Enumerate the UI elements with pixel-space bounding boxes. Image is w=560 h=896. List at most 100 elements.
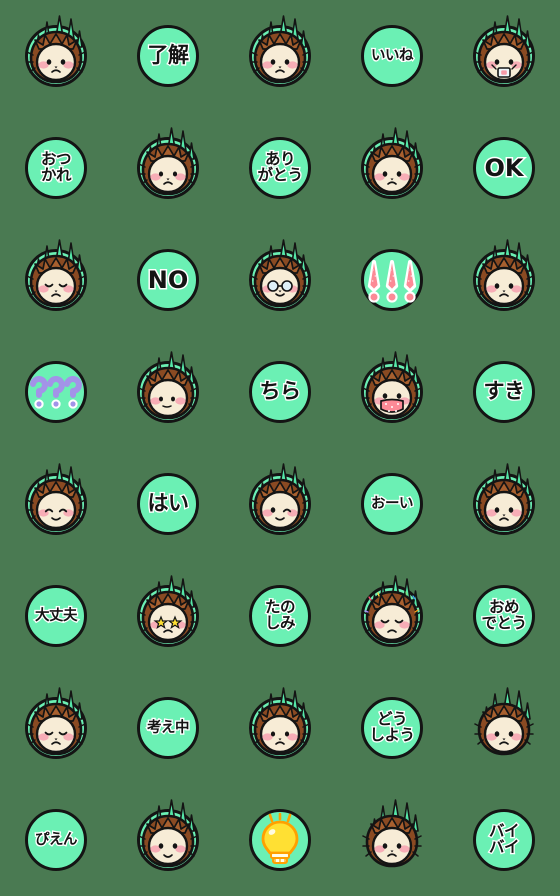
emoji-cell-29[interactable]: [336, 560, 448, 672]
emoji-cell-22[interactable]: はい: [112, 448, 224, 560]
hedgehog-sweat[interactable]: [249, 15, 311, 87]
emoji-cell-32[interactable]: 考え中: [112, 672, 224, 784]
badge-omedetou-label: おめ でとう: [480, 598, 528, 632]
emoji-cell-14[interactable]: [336, 224, 448, 336]
lightbulb-icon[interactable]: [249, 809, 311, 871]
emoji-cell-36[interactable]: ぴえん: [0, 784, 112, 896]
hedgehog-worried-icon: [137, 127, 199, 199]
question-marks-icon: [25, 366, 87, 418]
hedgehog-plain-pout[interactable]: [473, 687, 535, 759]
badge-daijoubu-label: 大丈夫: [34, 607, 79, 624]
hedgehog-winking[interactable]: [249, 463, 311, 535]
emoji-cell-18[interactable]: ちら: [224, 336, 336, 448]
hedgehog-sad-icon: [249, 687, 311, 759]
hedgehog-plain-pout-icon: [473, 687, 535, 759]
emoji-cell-19[interactable]: [336, 336, 448, 448]
emoji-cell-39[interactable]: [336, 784, 448, 896]
hedgehog-plain-side[interactable]: [361, 799, 423, 871]
emoji-cell-8[interactable]: あり がとう: [224, 112, 336, 224]
hedgehog-drinking-cup[interactable]: [473, 15, 535, 87]
emoji-cell-5[interactable]: [448, 0, 560, 112]
emoji-cell-3[interactable]: [224, 0, 336, 112]
question-marks-icon[interactable]: [25, 361, 87, 423]
emoji-cell-2[interactable]: 了解: [112, 0, 224, 112]
badge-tanoshimi[interactable]: たの しみ: [249, 585, 311, 647]
emoji-cell-11[interactable]: [0, 224, 112, 336]
badge-otsukare-label: おつ かれ: [40, 150, 73, 184]
emoji-cell-33[interactable]: [224, 672, 336, 784]
badge-tanoshimi-label: たの しみ: [264, 598, 297, 632]
hedgehog-neutral-2[interactable]: [473, 239, 535, 311]
emoji-cell-13[interactable]: [224, 224, 336, 336]
badge-baibai-label: バイ バイ: [488, 822, 521, 856]
emoji-cell-27[interactable]: [112, 560, 224, 672]
badge-doushiyou[interactable]: どう しよう: [361, 697, 423, 759]
badge-baibai[interactable]: バイ バイ: [473, 809, 535, 871]
emoji-cell-10[interactable]: OK: [448, 112, 560, 224]
emoji-cell-4[interactable]: いいね: [336, 0, 448, 112]
badge-ryoukai[interactable]: 了解: [137, 25, 199, 87]
badge-daijoubu[interactable]: 大丈夫: [25, 585, 87, 647]
hedgehog-neutral[interactable]: [25, 15, 87, 87]
badge-no[interactable]: NO: [137, 249, 199, 311]
hedgehog-flat-mouth[interactable]: [361, 127, 423, 199]
emoji-cell-25[interactable]: [448, 448, 560, 560]
badge-kangaechuu-label: 考え中: [146, 719, 191, 736]
badge-pien[interactable]: ぴえん: [25, 809, 87, 871]
hedgehog-star-eyes[interactable]: [137, 575, 199, 647]
lightbulb-icon: [255, 812, 305, 866]
emoji-cell-30[interactable]: おめ でとう: [448, 560, 560, 672]
hedgehog-neutral-icon: [25, 15, 87, 87]
emoji-cell-38[interactable]: [224, 784, 336, 896]
emoji-cell-6[interactable]: おつ かれ: [0, 112, 112, 224]
badge-chira[interactable]: ちら: [249, 361, 311, 423]
hedgehog-pink-mask-icon: [361, 351, 423, 423]
emoji-cell-17[interactable]: [112, 336, 224, 448]
badge-otsukare[interactable]: おつ かれ: [25, 137, 87, 199]
emoji-cell-7[interactable]: [112, 112, 224, 224]
badge-iine[interactable]: いいね: [361, 25, 423, 87]
hedgehog-sad[interactable]: [249, 687, 311, 759]
hedgehog-star-eyes-icon: [137, 575, 199, 647]
hedgehog-confetti[interactable]: [361, 575, 423, 647]
exclamation-marks-icon[interactable]: [361, 249, 423, 311]
badge-arigatou-label: あり がとう: [256, 150, 304, 184]
emoji-cell-21[interactable]: [0, 448, 112, 560]
badge-ok[interactable]: OK: [473, 137, 535, 199]
badge-suki[interactable]: すき: [473, 361, 535, 423]
emoji-cell-9[interactable]: [336, 112, 448, 224]
emoji-cell-20[interactable]: すき: [448, 336, 560, 448]
emoji-cell-40[interactable]: バイ バイ: [448, 784, 560, 896]
emoji-cell-26[interactable]: 大丈夫: [0, 560, 112, 672]
hedgehog-closed-eyes[interactable]: [25, 463, 87, 535]
hedgehog-worried[interactable]: [137, 127, 199, 199]
hedgehog-frowning[interactable]: [25, 687, 87, 759]
hedgehog-peeking[interactable]: [137, 351, 199, 423]
badge-hai[interactable]: はい: [137, 473, 199, 535]
emoji-cell-37[interactable]: [112, 784, 224, 896]
hedgehog-glasses[interactable]: [249, 239, 311, 311]
badge-kangaechuu[interactable]: 考え中: [137, 697, 199, 759]
emoji-cell-16[interactable]: [0, 336, 112, 448]
badge-omedetou[interactable]: おめ でとう: [473, 585, 535, 647]
hedgehog-crown-icon: [137, 799, 199, 871]
hedgehog-neutral-2-icon: [473, 239, 535, 311]
hedgehog-plain-side-icon: [361, 799, 423, 871]
emoji-cell-28[interactable]: たの しみ: [224, 560, 336, 672]
hedgehog-crown[interactable]: [137, 799, 199, 871]
hedgehog-confetti-icon: [361, 575, 423, 647]
emoji-cell-15[interactable]: [448, 224, 560, 336]
badge-ooi[interactable]: おーい: [361, 473, 423, 535]
emoji-cell-12[interactable]: NO: [112, 224, 224, 336]
badge-ryoukai-label: 了解: [146, 43, 190, 68]
emoji-cell-1[interactable]: [0, 0, 112, 112]
emoji-cell-34[interactable]: どう しよう: [336, 672, 448, 784]
hedgehog-squinting[interactable]: [25, 239, 87, 311]
emoji-cell-24[interactable]: おーい: [336, 448, 448, 560]
emoji-cell-23[interactable]: [224, 448, 336, 560]
hedgehog-pink-mask[interactable]: [361, 351, 423, 423]
emoji-cell-31[interactable]: [0, 672, 112, 784]
hedgehog-shy[interactable]: [473, 463, 535, 535]
badge-arigatou[interactable]: あり がとう: [249, 137, 311, 199]
emoji-cell-35[interactable]: [448, 672, 560, 784]
